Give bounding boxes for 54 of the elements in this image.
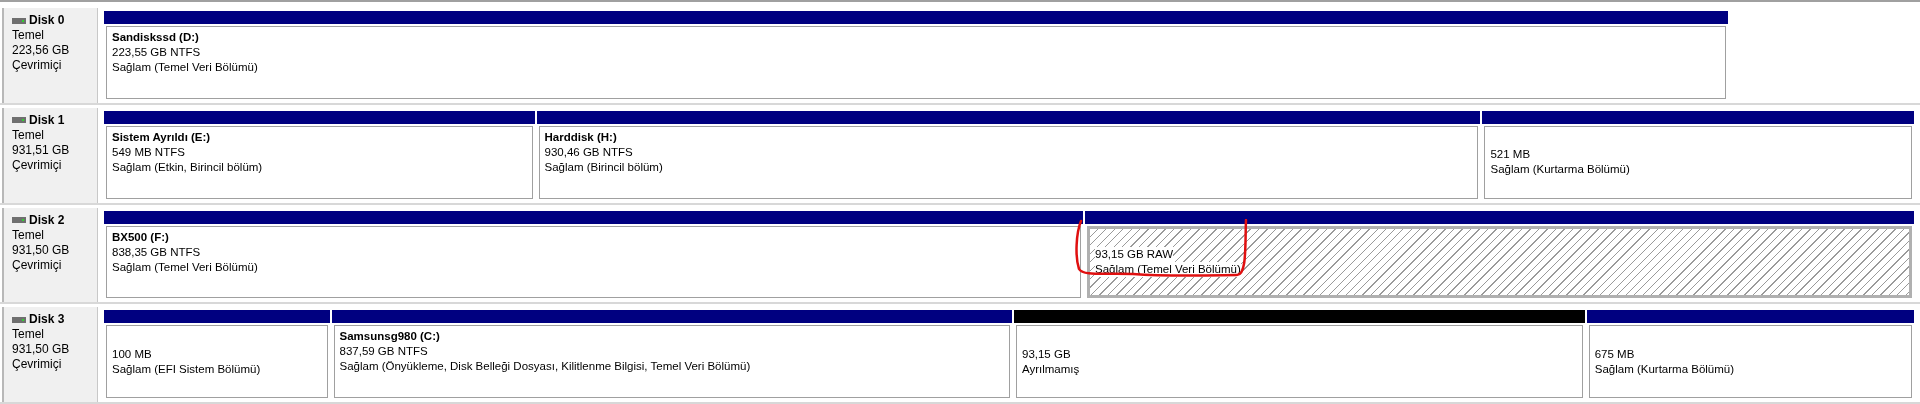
partition-block[interactable]: 521 MB Sağlam (Kurtarma Bölümü) — [1484, 125, 1912, 199]
partition-block[interactable]: BX500 (F:) 838,35 GB NTFS Sağlam (Temel Veri Bölümü) — [106, 225, 1081, 299]
partition-size: 93,15 GB — [1022, 346, 1072, 362]
disk-type: Temel — [12, 227, 45, 243]
disk-drive-icon — [12, 217, 26, 223]
disk-drive-icon — [12, 17, 26, 24]
partition-block[interactable]: 93,15 GB Ayrılmamış — [1016, 325, 1583, 398]
partition-name: Samsunsg980 (C:) — [339, 329, 441, 345]
disk-status: Çevrimiçi — [12, 357, 63, 373]
partition-status: Ayrılmamış — [1022, 361, 1081, 377]
partition-status: Sağlam (Kurtarma Bölümü) — [1594, 361, 1736, 377]
partition-name: Harddisk (H:) — [544, 129, 618, 145]
partition-name: BX500 (F:) — [112, 229, 170, 245]
disk-size: 223,56 GB — [12, 43, 71, 58]
partition-status: Sağlam (EFI Sistem Bölümü) — [112, 361, 262, 377]
partition-name: Sistem Ayrıldı (E:) — [112, 129, 212, 145]
disk-size: 931,50 GB — [12, 242, 71, 258]
partition-size: 223,55 GB NTFS — [112, 45, 202, 60]
partition-block[interactable]: Samsunsg980 (C:) 837,59 GB NTFS Sağlam (Önyükleme, Disk Belleği Dosyası, Kilitlenme Bilgisi, Temel Veri Bölümü) — [333, 325, 1010, 398]
partition-status: Sağlam (Temel Veri Bölümü) — [112, 259, 259, 275]
disk-name: Disk 0 — [29, 13, 65, 28]
disk-status: Çevrimiçi — [12, 58, 63, 73]
disk-drive-icon — [12, 117, 26, 124]
partition-name: Sandiskssd (D:) — [112, 30, 200, 45]
partition-size: 675 MB — [1594, 346, 1636, 362]
disk-type: Temel — [12, 28, 45, 43]
disk-status: Çevrimiçi — [12, 157, 63, 173]
partition-size: 930,46 GB NTFS — [544, 144, 634, 160]
partition-block[interactable]: Sistem Ayrıldı (E:) 549 MB NTFS Sağlam (Etkin, Birincil bölüm) — [106, 125, 533, 199]
disk-name: Disk 1 — [29, 112, 65, 128]
disk-size: 931,50 GB — [12, 342, 71, 358]
partition-size: 93,15 GB RAW — [1095, 246, 1174, 262]
partition-block[interactable]: Sandiskssd (D:) 223,55 GB NTFS Sağlam (Temel Veri Bölümü) — [106, 26, 1726, 99]
partition-status: Sağlam (Temel Veri Bölümü) — [112, 60, 259, 75]
partition-size: 837,59 GB NTFS — [339, 344, 429, 360]
partition-size: 100 MB — [112, 346, 153, 362]
disk-name: Disk 2 — [29, 212, 65, 228]
partition-block[interactable]: 93,15 GB RAW Sağlam (Temel Veri Bölümü) — [1087, 225, 1912, 299]
partition-size: 838,35 GB NTFS — [112, 244, 202, 260]
partition-status: Sağlam (Kurtarma Bölümü) — [1490, 162, 1631, 178]
partition-block[interactable]: 675 MB Sağlam (Kurtarma Bölümü) — [1588, 325, 1912, 398]
partition-block[interactable]: 100 MB Sağlam (EFI Sistem Bölümü) — [106, 325, 328, 398]
partition-size: 521 MB — [1490, 147, 1532, 163]
disk-type: Temel — [12, 327, 45, 343]
partition-status: Sağlam (Önyükleme, Disk Belleği Dosyası, Kilitlenme Bilgisi, Temel Veri Bölümü) — [339, 359, 752, 375]
partition-block[interactable]: Harddisk (H:) 930,46 GB NTFS Sağlam (Birincil bölüm) — [538, 125, 1479, 199]
disk-name: Disk 3 — [29, 312, 65, 328]
disk-status: Çevrimiçi — [12, 257, 63, 273]
partition-status: Sağlam (Birincil bölüm) — [544, 159, 664, 175]
disk-size: 931,51 GB — [12, 142, 71, 158]
disk-drive-icon — [12, 316, 26, 323]
disk-type: Temel — [12, 127, 45, 143]
partition-status: Sağlam (Etkin, Birincil bölüm) — [112, 159, 264, 175]
partition-size: 549 MB NTFS — [112, 144, 186, 160]
